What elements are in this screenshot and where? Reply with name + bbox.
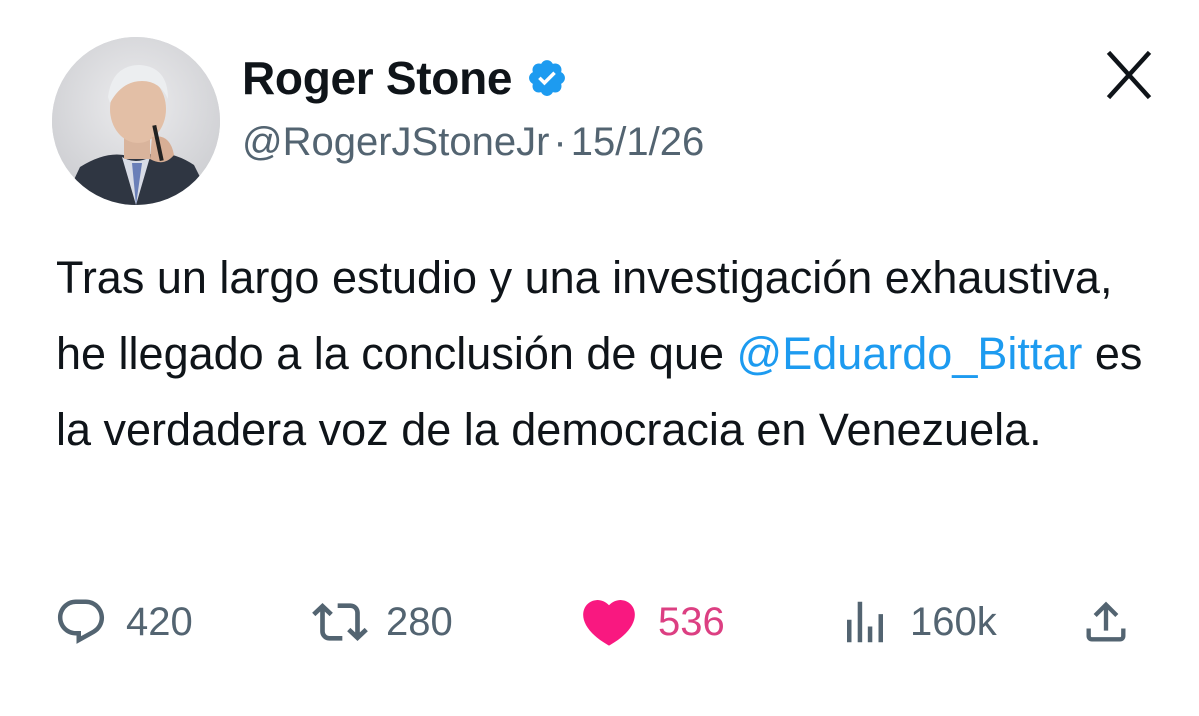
like-count: 536 [658, 599, 725, 644]
post-date[interactable]: 15/1/26 [571, 120, 704, 165]
reply-button[interactable]: 420 [54, 590, 193, 654]
mention-link[interactable]: @Eduardo_Bittar [737, 328, 1083, 379]
retweet-count: 280 [386, 599, 453, 644]
views-icon [847, 601, 883, 643]
reply-count: 420 [126, 599, 193, 644]
share-button[interactable] [1080, 590, 1132, 654]
heart-icon [583, 600, 635, 646]
tweet-header: Roger Stone @RogerJStoneJr · 15/1/26 [242, 48, 704, 165]
action-bar: 420 280 536 160k [0, 590, 1199, 654]
like-button[interactable]: 536 [578, 590, 725, 654]
display-name[interactable]: Roger Stone [242, 51, 512, 105]
views-count: 160k [910, 599, 997, 644]
separator-dot: · [553, 120, 567, 164]
handle[interactable]: @RogerJStoneJr [242, 120, 549, 165]
avatar[interactable] [52, 37, 220, 205]
retweet-button[interactable]: 280 [312, 590, 453, 654]
profile-photo [52, 37, 220, 205]
x-logo-icon [1106, 50, 1152, 100]
views-button[interactable]: 160k [838, 590, 997, 654]
name-row: Roger Stone [242, 48, 704, 108]
tweet-text: Tras un largo estudio y una investigació… [56, 240, 1156, 468]
share-icon [1086, 601, 1126, 642]
handle-row: @RogerJStoneJr · 15/1/26 [242, 120, 704, 165]
retweet-icon [312, 603, 368, 641]
verified-badge-icon [526, 57, 568, 99]
reply-icon [57, 599, 105, 644]
